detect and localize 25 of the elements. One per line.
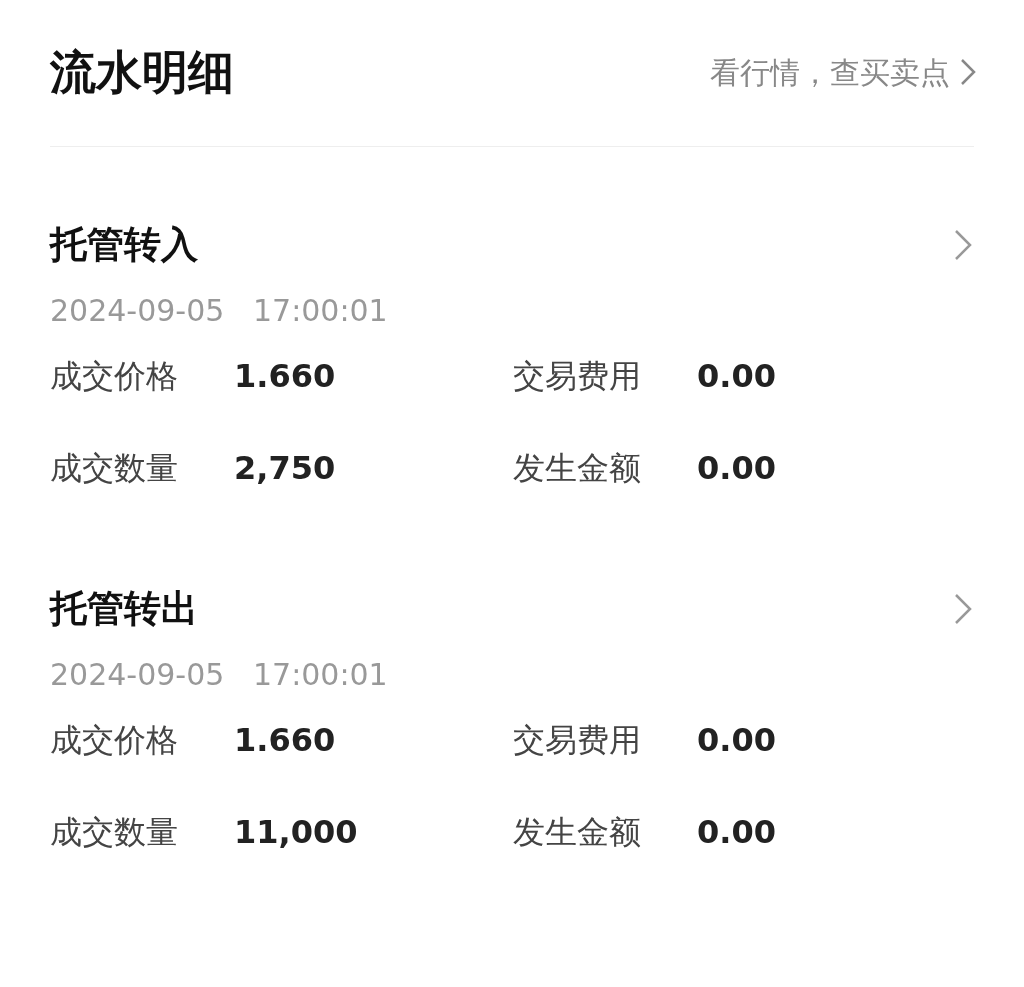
field-value: 0.00	[697, 812, 776, 853]
field-value: 0.00	[697, 356, 776, 397]
field-value: 2,750	[234, 448, 336, 489]
record-header[interactable]: 托管转出	[50, 581, 974, 637]
chevron-right-icon	[960, 58, 976, 86]
chevron-right-icon	[954, 593, 972, 625]
record-header[interactable]: 托管转入	[50, 217, 974, 273]
field-label: 成交价格	[50, 720, 179, 761]
market-link[interactable]: 看行情，查买卖点	[710, 49, 976, 95]
page-title: 流水明细	[50, 43, 234, 101]
record-datetime: 2024-09-05 17:00:01	[50, 656, 389, 694]
field-value: 1.660	[234, 720, 336, 761]
field-value: 11,000	[234, 812, 358, 853]
field-label: 发生金额	[513, 448, 642, 489]
field-value: 0.00	[697, 448, 776, 489]
field-label: 成交价格	[50, 356, 179, 397]
field-label: 成交数量	[50, 448, 179, 489]
record-datetime: 2024-09-05 17:00:01	[50, 292, 389, 330]
field-value: 0.00	[697, 720, 776, 761]
chevron-right-icon	[954, 229, 972, 261]
field-label: 成交数量	[50, 812, 179, 853]
field-value: 1.660	[234, 356, 336, 397]
field-label: 交易费用	[513, 720, 642, 761]
field-label: 交易费用	[513, 356, 642, 397]
field-label: 发生金额	[513, 812, 642, 853]
